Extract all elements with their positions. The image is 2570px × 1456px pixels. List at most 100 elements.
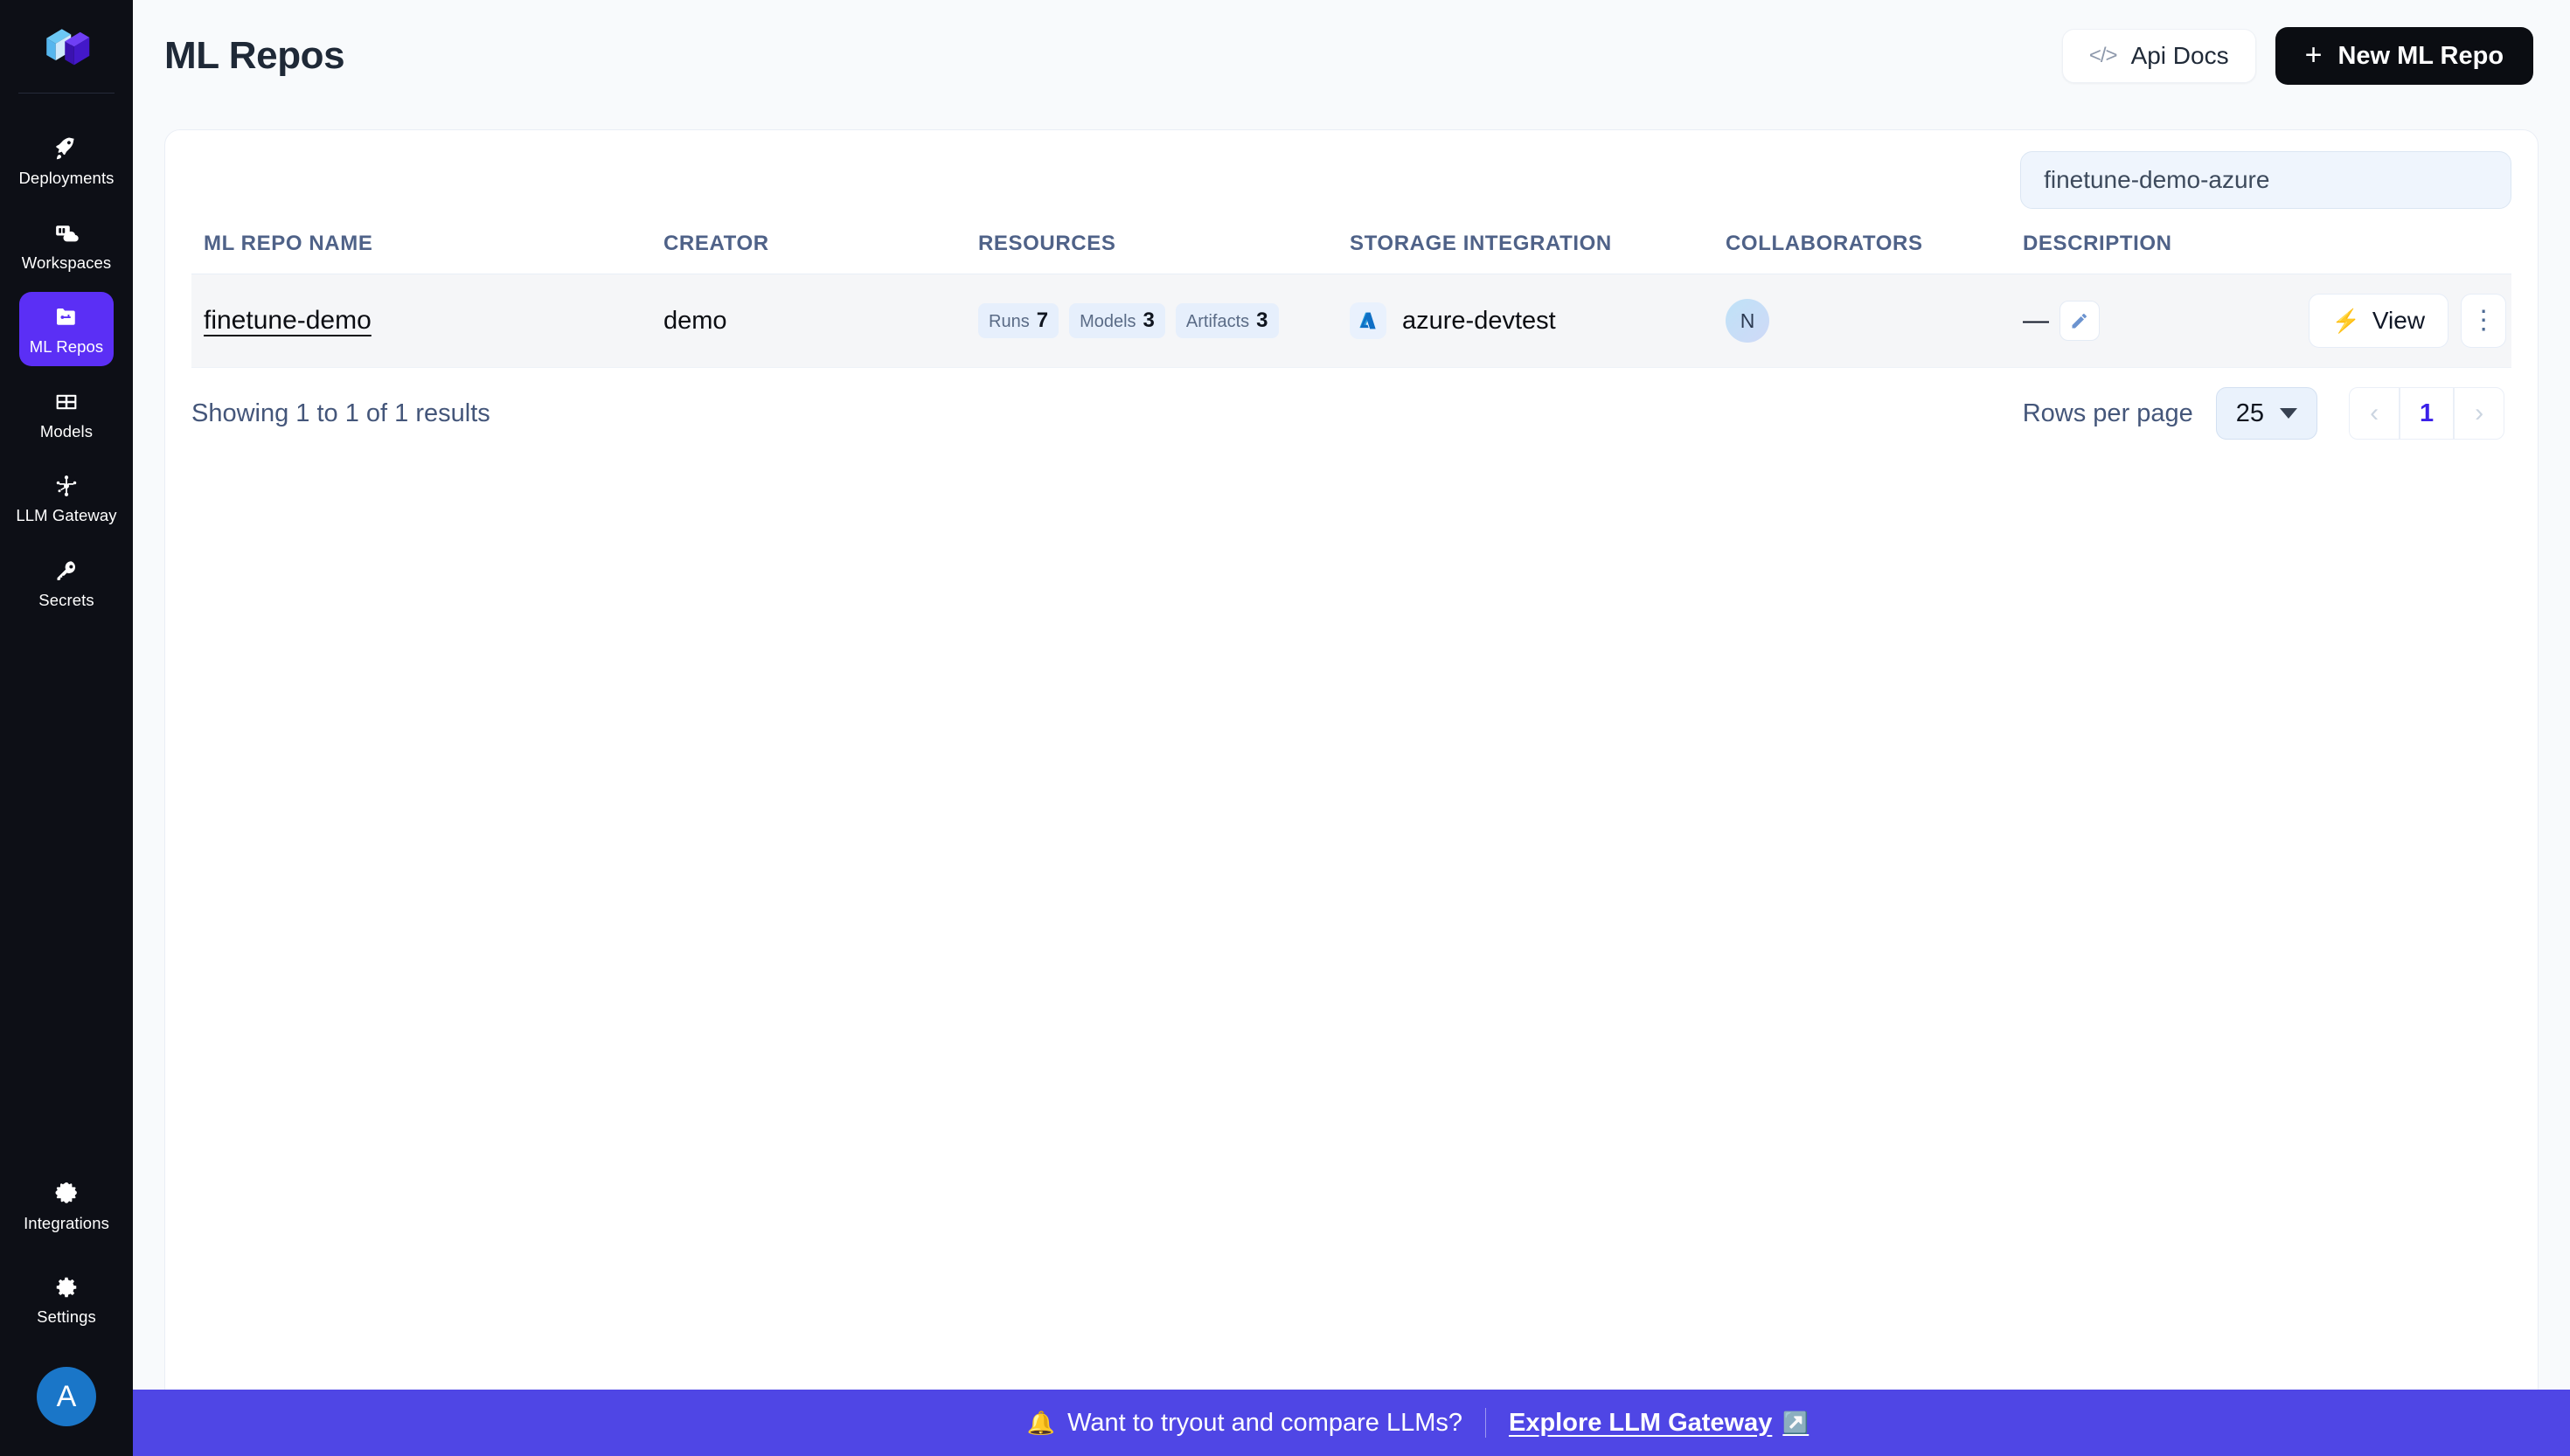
app-root: Deployments Workspaces ML Repos Models L… bbox=[0, 0, 2570, 1456]
storage-integration-name: azure-devtest bbox=[1402, 306, 1556, 335]
page-number-button[interactable]: 1 bbox=[2400, 387, 2455, 440]
column-header-description: DESCRIPTION bbox=[2023, 219, 2259, 274]
sidebar-bottom-group: Integrations Settings A bbox=[0, 1168, 133, 1456]
workspace-cloud-icon bbox=[53, 220, 80, 246]
cell-actions: ⚡ View ⋮ bbox=[2258, 274, 2512, 368]
chip-label: Models bbox=[1080, 312, 1136, 331]
sidebar-item-ml-repos[interactable]: ML Repos bbox=[19, 292, 114, 366]
collaborator-avatar[interactable]: N bbox=[1726, 299, 1769, 343]
column-header-creator: CREATOR bbox=[663, 219, 978, 274]
main-content: ML Repos </> Api Docs + New ML Repo fine… bbox=[133, 0, 2570, 1456]
sidebar-item-label: Models bbox=[39, 421, 94, 440]
grid-models-icon bbox=[53, 389, 80, 415]
kebab-menu-icon: ⋮ bbox=[2470, 305, 2497, 335]
explore-llm-gateway-link[interactable]: Explore LLM Gateway ↗️ bbox=[1509, 1409, 1809, 1438]
plus-icon: + bbox=[2304, 38, 2323, 72]
rows-per-page-select[interactable]: 25 bbox=[2215, 387, 2318, 440]
sidebar-item-models[interactable]: Models bbox=[19, 377, 114, 451]
cell-collaborators: N bbox=[1726, 274, 2023, 368]
pagination-controls: Rows per page 25 ‹ 1 › bbox=[2023, 387, 2505, 440]
bolt-icon: ⚡ bbox=[2331, 308, 2360, 334]
chevron-left-icon: ‹ bbox=[2370, 399, 2379, 427]
table-row[interactable]: finetune-demo demo Runs 7 Models 3 Artif… bbox=[191, 274, 2512, 368]
sidebar-divider bbox=[18, 93, 115, 94]
rows-per-page-value: 25 bbox=[2235, 399, 2265, 427]
search-input[interactable] bbox=[2020, 151, 2512, 209]
api-docs-label: Api Docs bbox=[2130, 42, 2229, 69]
key-icon bbox=[53, 558, 80, 584]
chip-label: Artifacts bbox=[1185, 312, 1250, 331]
ml-repos-card: ML REPO NAME CREATOR RESOURCES STORAGE I… bbox=[164, 129, 2539, 1456]
resource-chip-runs[interactable]: Runs 7 bbox=[978, 303, 1059, 338]
column-header-storage-integration: STORAGE INTEGRATION bbox=[1350, 219, 1726, 274]
sidebar-item-deployments[interactable]: Deployments bbox=[18, 123, 114, 198]
sidebar-item-secrets[interactable]: Secrets bbox=[19, 545, 114, 620]
prev-page-button[interactable]: ‹ bbox=[2349, 387, 2400, 440]
cell-description: — bbox=[2023, 274, 2259, 368]
chip-count: 3 bbox=[1256, 309, 1268, 332]
sidebar-item-label: Secrets bbox=[38, 590, 94, 609]
chip-count: 7 bbox=[1036, 309, 1049, 332]
cell-repo-name: finetune-demo bbox=[191, 274, 663, 368]
chip-label: Runs bbox=[989, 312, 1030, 331]
avatar-initial: A bbox=[56, 1379, 77, 1413]
pagination-bar: Showing 1 to 1 of 1 results Rows per pag… bbox=[165, 368, 2538, 440]
gear-icon bbox=[53, 1274, 80, 1300]
promo-banner-content: 🔔 Want to tryout and compare LLMs? Explo… bbox=[1027, 1408, 1809, 1438]
code-brackets-icon: </> bbox=[2088, 44, 2118, 67]
column-header-name: ML REPO NAME bbox=[191, 219, 663, 274]
results-summary: Showing 1 to 1 of 1 results bbox=[191, 399, 490, 427]
sidebar-item-label: Workspaces bbox=[21, 253, 112, 272]
creator-name: demo bbox=[663, 306, 727, 335]
sidebar-item-settings[interactable]: Settings bbox=[19, 1262, 114, 1336]
avatar[interactable]: A bbox=[37, 1367, 96, 1426]
app-logo[interactable] bbox=[42, 0, 91, 93]
page-title: ML Repos bbox=[164, 34, 345, 77]
row-actions: ⚡ View ⋮ bbox=[2258, 294, 2511, 348]
network-nodes-icon bbox=[53, 473, 80, 499]
banner-separator bbox=[1485, 1408, 1486, 1438]
sidebar-nav-list: Deployments Workspaces ML Repos Models L… bbox=[0, 123, 133, 619]
description-empty-dash: — bbox=[2023, 306, 2049, 335]
resource-chip-artifacts[interactable]: Artifacts 3 bbox=[1175, 303, 1279, 338]
storage-integration-value: azure-devtest bbox=[1350, 302, 1726, 339]
card-toolbar bbox=[165, 130, 2538, 219]
sidebar-item-llm-gateway[interactable]: LLM Gateway bbox=[16, 461, 117, 535]
edit-description-button[interactable] bbox=[2059, 301, 2100, 341]
column-header-actions bbox=[2258, 219, 2512, 274]
promo-banner-text: Want to tryout and compare LLMs? bbox=[1067, 1408, 1462, 1437]
puzzle-icon bbox=[53, 1181, 80, 1207]
next-page-button[interactable]: › bbox=[2454, 387, 2505, 440]
cell-creator: demo bbox=[663, 274, 978, 368]
top-bar-actions: </> Api Docs + New ML Repo bbox=[2061, 27, 2534, 85]
sidebar-item-workspaces[interactable]: Workspaces bbox=[19, 208, 114, 282]
explore-llm-gateway-label: Explore LLM Gateway bbox=[1509, 1408, 1773, 1437]
table-container: ML REPO NAME CREATOR RESOURCES STORAGE I… bbox=[165, 219, 2538, 368]
sidebar-item-label: ML Repos bbox=[29, 337, 104, 356]
external-link-icon: ↗️ bbox=[1782, 1411, 1809, 1435]
row-more-menu-button[interactable]: ⋮ bbox=[2461, 294, 2507, 348]
new-ml-repo-label: New ML Repo bbox=[2337, 41, 2504, 70]
cell-resources: Runs 7 Models 3 Artifacts 3 bbox=[978, 274, 1350, 368]
sidebar-item-integrations[interactable]: Integrations bbox=[19, 1168, 114, 1243]
top-bar: ML Repos </> Api Docs + New ML Repo bbox=[133, 0, 2570, 112]
sidebar-item-label: Settings bbox=[37, 1307, 96, 1326]
column-header-resources: RESOURCES bbox=[978, 219, 1350, 274]
description-value: — bbox=[2023, 301, 2258, 341]
sidebar-item-label: LLM Gateway bbox=[16, 506, 117, 524]
view-label: View bbox=[2372, 307, 2426, 334]
repo-name-link[interactable]: finetune-demo bbox=[204, 306, 372, 335]
cube-logo-icon bbox=[46, 29, 90, 66]
chip-count: 3 bbox=[1143, 309, 1155, 332]
chevron-right-icon: › bbox=[2475, 399, 2484, 427]
resource-chips: Runs 7 Models 3 Artifacts 3 bbox=[978, 303, 1350, 338]
resource-chip-models[interactable]: Models 3 bbox=[1069, 303, 1165, 338]
bell-icon: 🔔 bbox=[1026, 1409, 1056, 1436]
promo-banner-text-wrap: 🔔 Want to tryout and compare LLMs? bbox=[1027, 1409, 1462, 1438]
view-button[interactable]: ⚡ View bbox=[2308, 294, 2449, 348]
table-header: ML REPO NAME CREATOR RESOURCES STORAGE I… bbox=[191, 219, 2512, 274]
api-docs-button[interactable]: </> Api Docs bbox=[2061, 29, 2256, 83]
page-buttons: ‹ 1 › bbox=[2349, 387, 2505, 440]
cell-storage-integration: azure-devtest bbox=[1350, 274, 1726, 368]
new-ml-repo-button[interactable]: + New ML Repo bbox=[2275, 27, 2534, 85]
